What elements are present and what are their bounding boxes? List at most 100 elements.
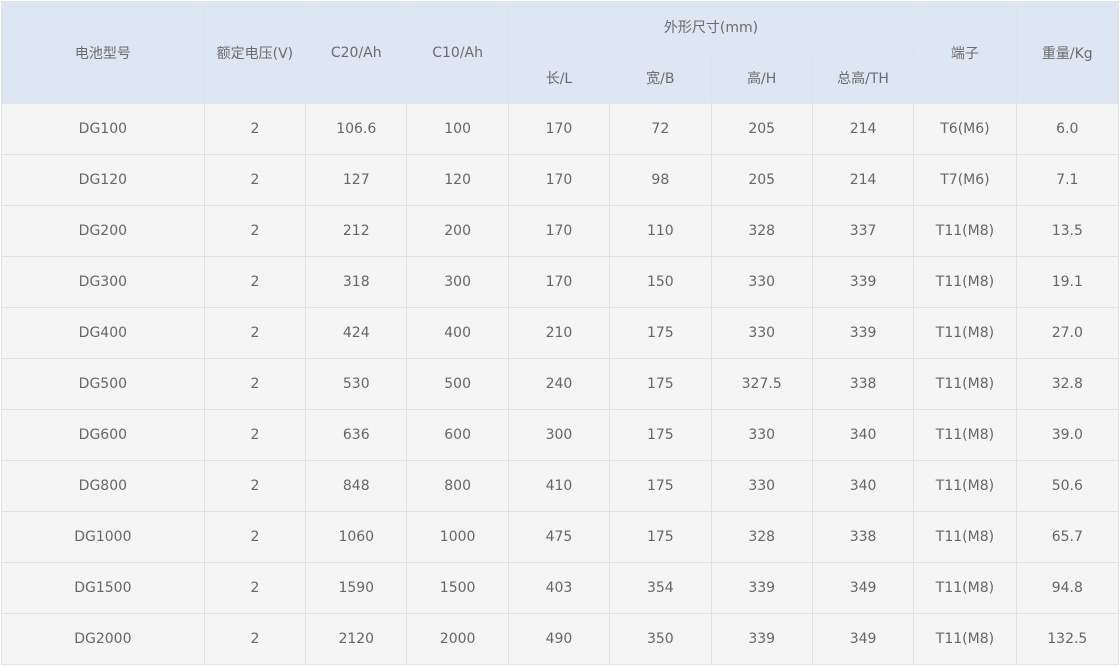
cell-terminal: T11(M8) <box>913 562 1017 614</box>
cell-c10: 200 <box>406 205 509 257</box>
cell-model: DG600 <box>1 409 205 461</box>
cell-weight: 65.7 <box>1015 511 1120 563</box>
cell-height: 205 <box>710 154 813 206</box>
cell-weight: 7.1 <box>1015 154 1120 206</box>
cell-voltage: 2 <box>203 103 307 155</box>
cell-height: 339 <box>710 613 813 665</box>
cell-total-height: 339 <box>811 256 915 308</box>
cell-terminal: T11(M8) <box>913 256 1017 308</box>
cell-height: 205 <box>710 103 813 155</box>
cell-c10: 300 <box>406 256 509 308</box>
table-header: 电池型号 额定电压(V) C20/Ah C10/Ah 外形尺寸(mm) 端子 重… <box>1 1 1120 104</box>
table-row: DG1000 2 1060 1000 475 175 328 338 T11(M8) 65.7 <box>1 511 1120 563</box>
cell-terminal: T6(M6) <box>913 103 1017 155</box>
header-total-height: 总高/TH <box>811 52 915 104</box>
cell-length: 403 <box>507 562 611 614</box>
table-body: DG100 2 106.6 100 170 72 205 214 T6(M6) 6.0 DG120 2… <box>1 103 1120 665</box>
cell-terminal: T11(M8) <box>913 613 1017 665</box>
header-model: 电池型号 <box>1 1 205 104</box>
cell-c10: 800 <box>406 460 509 512</box>
cell-width: 175 <box>609 307 712 359</box>
cell-weight: 132.5 <box>1015 613 1120 665</box>
cell-voltage: 2 <box>203 409 307 461</box>
cell-model: DG800 <box>1 460 205 512</box>
cell-c20: 318 <box>305 256 408 308</box>
table-row: DG300 2 318 300 170 150 330 339 T11(M8) 19.1 <box>1 256 1120 308</box>
cell-total-height: 338 <box>811 358 915 410</box>
cell-terminal: T11(M8) <box>913 307 1017 359</box>
table-row: DG2000 2 2120 2000 490 350 339 349 T11(M8) 132.5 <box>1 613 1120 665</box>
cell-c10: 100 <box>406 103 509 155</box>
header-terminal: 端子 <box>913 1 1017 104</box>
cell-weight: 50.6 <box>1015 460 1120 512</box>
battery-spec-table: 电池型号 额定电压(V) C20/Ah C10/Ah 外形尺寸(mm) 端子 重… <box>1 1 1120 665</box>
cell-c10: 1500 <box>406 562 509 614</box>
cell-terminal: T11(M8) <box>913 511 1017 563</box>
cell-width: 110 <box>609 205 712 257</box>
cell-weight: 6.0 <box>1015 103 1120 155</box>
cell-c10: 120 <box>406 154 509 206</box>
cell-c20: 1590 <box>305 562 408 614</box>
cell-voltage: 2 <box>203 511 307 563</box>
table-row: DG800 2 848 800 410 175 330 340 T11(M8) 50.6 <box>1 460 1120 512</box>
cell-length: 490 <box>507 613 611 665</box>
cell-terminal: T7(M6) <box>913 154 1017 206</box>
cell-weight: 32.8 <box>1015 358 1120 410</box>
table-row: DG400 2 424 400 210 175 330 339 T11(M8) 27.0 <box>1 307 1120 359</box>
cell-height: 328 <box>710 511 813 563</box>
cell-weight: 19.1 <box>1015 256 1120 308</box>
cell-width: 72 <box>609 103 712 155</box>
header-c10: C10/Ah <box>406 1 509 104</box>
cell-width: 175 <box>609 460 712 512</box>
cell-voltage: 2 <box>203 460 307 512</box>
cell-weight: 94.8 <box>1015 562 1120 614</box>
cell-c20: 212 <box>305 205 408 257</box>
cell-width: 175 <box>609 409 712 461</box>
cell-height: 330 <box>710 460 813 512</box>
cell-voltage: 2 <box>203 154 307 206</box>
cell-model: DG200 <box>1 205 205 257</box>
table-row: DG120 2 127 120 170 98 205 214 T7(M6) 7.1 <box>1 154 1120 206</box>
cell-weight: 27.0 <box>1015 307 1120 359</box>
cell-total-height: 214 <box>811 103 915 155</box>
cell-voltage: 2 <box>203 205 307 257</box>
cell-total-height: 349 <box>811 562 915 614</box>
cell-total-height: 338 <box>811 511 915 563</box>
cell-c10: 500 <box>406 358 509 410</box>
table-row: DG100 2 106.6 100 170 72 205 214 T6(M6) 6.0 <box>1 103 1120 155</box>
cell-length: 240 <box>507 358 611 410</box>
cell-model: DG1500 <box>1 562 205 614</box>
cell-voltage: 2 <box>203 562 307 614</box>
cell-model: DG120 <box>1 154 205 206</box>
cell-length: 210 <box>507 307 611 359</box>
cell-height: 327.5 <box>710 358 813 410</box>
cell-total-height: 340 <box>811 460 915 512</box>
cell-c20: 2120 <box>305 613 408 665</box>
header-dimensions: 外形尺寸(mm) <box>507 1 915 53</box>
cell-length: 170 <box>507 154 611 206</box>
table-row: DG1500 2 1590 1500 403 354 339 349 T11(M8) 94.8 <box>1 562 1120 614</box>
cell-c20: 636 <box>305 409 408 461</box>
cell-length: 300 <box>507 409 611 461</box>
cell-width: 150 <box>609 256 712 308</box>
cell-voltage: 2 <box>203 256 307 308</box>
cell-width: 98 <box>609 154 712 206</box>
cell-total-height: 340 <box>811 409 915 461</box>
cell-total-height: 349 <box>811 613 915 665</box>
cell-voltage: 2 <box>203 358 307 410</box>
table-row: DG500 2 530 500 240 175 327.5 338 T11(M8) 32.8 <box>1 358 1120 410</box>
header-c20: C20/Ah <box>305 1 408 104</box>
cell-weight: 39.0 <box>1015 409 1120 461</box>
header-height: 高/H <box>710 52 813 104</box>
cell-length: 170 <box>507 256 611 308</box>
cell-c20: 530 <box>305 358 408 410</box>
cell-total-height: 214 <box>811 154 915 206</box>
cell-c10: 400 <box>406 307 509 359</box>
cell-c20: 848 <box>305 460 408 512</box>
cell-height: 330 <box>710 256 813 308</box>
table-row: DG600 2 636 600 300 175 330 340 T11(M8) 39.0 <box>1 409 1120 461</box>
header-voltage: 额定电压(V) <box>203 1 307 104</box>
cell-total-height: 339 <box>811 307 915 359</box>
cell-height: 330 <box>710 409 813 461</box>
table-row: DG200 2 212 200 170 110 328 337 T11(M8) 13.5 <box>1 205 1120 257</box>
